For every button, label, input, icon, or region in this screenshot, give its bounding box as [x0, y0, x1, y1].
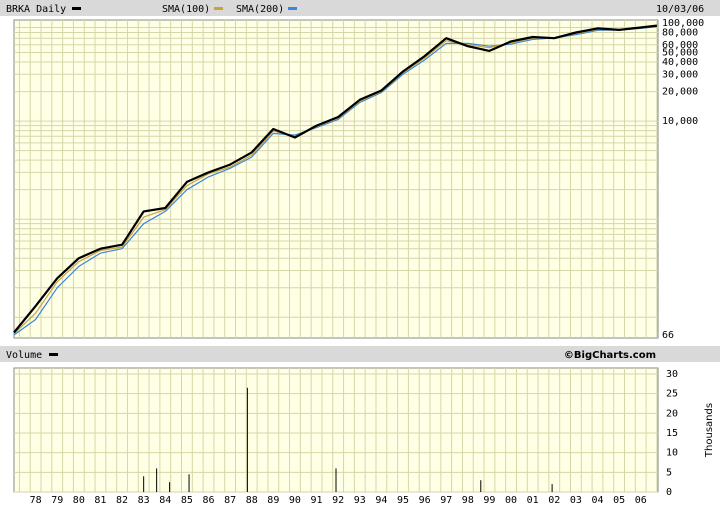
- volume-y-tick-label: 20: [666, 408, 678, 419]
- x-tick-label: 89: [267, 495, 279, 506]
- x-tick-label: 83: [138, 495, 150, 506]
- x-tick-label: 84: [159, 495, 171, 506]
- x-tick-label: 94: [375, 495, 387, 506]
- x-tick-label: 86: [202, 495, 214, 506]
- x-tick-label: 90: [289, 495, 301, 506]
- x-tick-label: 81: [94, 495, 106, 506]
- volume-y-tick-label: 30: [666, 369, 678, 380]
- price-y-tick-label: 40,000: [662, 57, 698, 68]
- x-tick-label: 06: [635, 495, 647, 506]
- price-y-tick-label: 20,000: [662, 87, 698, 98]
- x-tick-label: 78: [30, 495, 42, 506]
- volume-y-tick-label: 5: [666, 467, 672, 478]
- x-tick-label: 99: [483, 495, 495, 506]
- x-tick-label: 05: [613, 495, 625, 506]
- volume-y-tick-label: 25: [666, 389, 678, 400]
- volume-y-tick-label: 0: [666, 487, 672, 498]
- volume-y-tick-label: 10: [666, 448, 678, 459]
- sma100-legend-swatch: [214, 7, 223, 10]
- x-tick-label: 93: [354, 495, 366, 506]
- x-tick-labels: 78 79 80 81 82 83 84 85 86 87 88 89 90 91 92 93 94 95 96 97…: [30, 495, 647, 506]
- symbol-label: BRKA Daily: [6, 4, 66, 15]
- x-tick-label: 00: [505, 495, 517, 506]
- stock-chart: BRKA Daily SMA(100) SMA(200) 10/03/06 10…: [0, 0, 720, 510]
- price-y-tick-label: 66: [662, 330, 674, 341]
- sma100-label: SMA(100): [162, 4, 210, 15]
- price-y-tick-label: 30,000: [662, 69, 698, 80]
- x-tick-label: 80: [73, 495, 85, 506]
- bigcharts-brand: ©BigCharts.com: [564, 350, 656, 361]
- x-tick-label: 98: [462, 495, 474, 506]
- x-tick-label: 85: [181, 495, 193, 506]
- volume-y-tick-label: 15: [666, 428, 678, 439]
- volume-axis-title: Thousands: [704, 403, 715, 458]
- x-tick-label: 92: [332, 495, 344, 506]
- x-tick-label: 96: [419, 495, 431, 506]
- volume-legend-swatch: [49, 353, 58, 356]
- volume-label: Volume: [6, 350, 42, 361]
- x-tick-label: 01: [527, 495, 539, 506]
- x-tick-label: 95: [397, 495, 409, 506]
- x-tick-label: 97: [440, 495, 452, 506]
- price-y-tick-label: 10,000: [662, 116, 698, 127]
- x-tick-label: 82: [116, 495, 128, 506]
- price-plot-area: [13, 19, 659, 339]
- sma200-label: SMA(200): [236, 4, 284, 15]
- x-tick-label: 87: [224, 495, 236, 506]
- x-tick-label: 04: [591, 495, 603, 506]
- header-date: 10/03/06: [656, 4, 704, 15]
- x-tick-label: 03: [570, 495, 582, 506]
- price-y-tick-label: 80,000: [662, 28, 698, 39]
- x-tick-label: 02: [548, 495, 560, 506]
- price-header-bar: [0, 0, 720, 16]
- x-tick-label: 79: [51, 495, 63, 506]
- x-tick-label: 91: [311, 495, 323, 506]
- sma200-legend-swatch: [288, 7, 297, 10]
- chart-svg: BRKA Daily SMA(100) SMA(200) 10/03/06 10…: [0, 0, 720, 510]
- x-tick-label: 88: [246, 495, 258, 506]
- symbol-legend-swatch: [72, 7, 81, 10]
